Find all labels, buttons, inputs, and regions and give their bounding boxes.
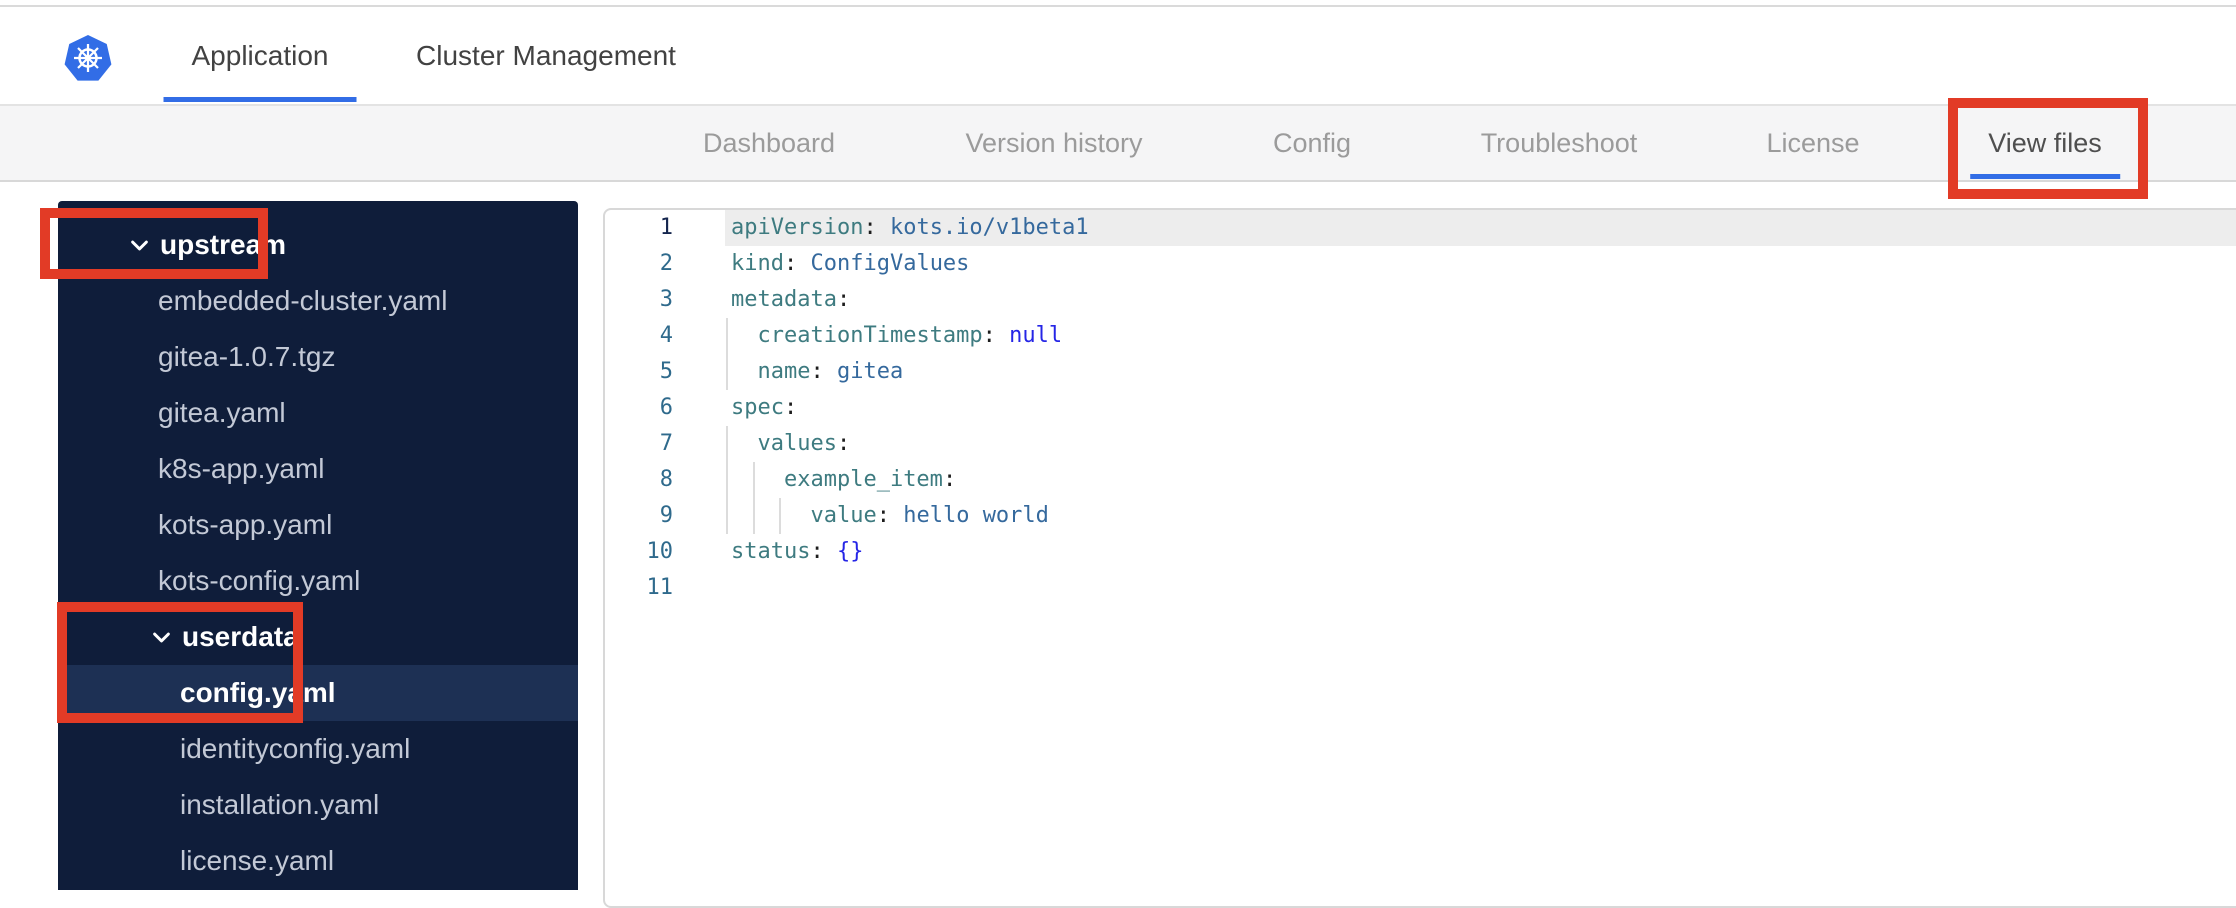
code-line-content: creationTimestamp: null (680, 318, 2236, 354)
indent-guide (726, 426, 728, 462)
tree-item-k8s-app.yaml[interactable]: k8s-app.yaml (58, 441, 578, 497)
nav-item-label: Dashboard (702, 127, 836, 158)
tree-item-kots-config.yaml[interactable]: kots-config.yaml (58, 553, 578, 609)
nav-item-dashboard[interactable]: Dashboard (685, 106, 853, 180)
code-line-5: 5 name: gitea (605, 354, 2236, 390)
app-header: Application Cluster Management (0, 7, 2236, 106)
tree-item-label: identityconfig.yaml (180, 733, 411, 764)
code-line-4: 4 creationTimestamp: null (605, 318, 2236, 354)
nav-item-label: Troubleshoot (1480, 127, 1638, 158)
code-line-content: example_item: (680, 462, 2236, 498)
line-number: 8 (659, 467, 673, 492)
tab-application-label: Application (191, 39, 329, 71)
indent-guide (726, 498, 728, 534)
nav-item-troubleshoot[interactable]: Troubleshoot (1463, 106, 1656, 180)
tree-item-identityconfig.yaml[interactable]: identityconfig.yaml (58, 721, 578, 777)
code-line-7: 7 values: (605, 426, 2236, 462)
line-number: 4 (659, 323, 673, 348)
code-line-content: spec: (731, 395, 798, 420)
code-line-content: value: hello world (680, 498, 2236, 534)
file-tree-sidebar: upstream embedded-cluster.yaml gitea-1.0.7… (58, 201, 578, 890)
line-number: 5 (659, 359, 673, 384)
code-line-content: metadata: (731, 287, 851, 312)
tree-item-embedded-cluster.yaml[interactable]: embedded-cluster.yaml (58, 273, 578, 329)
nav-item-label: Config (1272, 127, 1352, 158)
tree-item-label: userdata (182, 621, 299, 652)
code-line-6: 6 spec: (605, 390, 2236, 426)
code-line-11: 11 (605, 570, 2236, 606)
code-line-10: 10 status: {} (605, 534, 2236, 570)
line-number: 2 (659, 251, 673, 276)
nav-item-view-files[interactable]: View files (1970, 106, 2120, 180)
line-number: 1 (659, 215, 673, 240)
nav-item-license[interactable]: License (1748, 106, 1877, 180)
code-line-content (680, 570, 2236, 606)
file-content-editor[interactable]: 1 apiVersion: kots.io/v1beta1 2 kind: Confi… (603, 208, 2236, 908)
tree-item-label: gitea-1.0.7.tgz (158, 341, 336, 372)
code-line-1: 1 apiVersion: kots.io/v1beta1 (605, 210, 2236, 246)
line-number: 7 (659, 431, 673, 456)
app-navbar: Dashboard Version history Config Troublesho… (0, 106, 2236, 182)
nav-item-label: View files (1988, 127, 2102, 158)
nav-item-version-history[interactable]: Version history (947, 106, 1160, 180)
code-line-content: values: (680, 426, 2236, 462)
nav-item-label: License (1766, 127, 1860, 158)
code-line-content: status: {} (731, 539, 864, 564)
tree-item-label: config.yaml (180, 677, 336, 708)
tab-application[interactable]: Application (163, 7, 357, 104)
active-nav-underline (1970, 174, 2120, 179)
tree-item-label: embedded-cluster.yaml (158, 285, 448, 316)
code-lines: 1 apiVersion: kots.io/v1beta1 2 kind: Confi… (605, 210, 2236, 606)
indent-guide (726, 354, 728, 390)
nav-item-label: Version history (965, 127, 1143, 158)
code-line-content: kind: ConfigValues (731, 251, 970, 276)
line-number: 6 (659, 395, 673, 420)
line-number: 9 (659, 503, 673, 528)
code-line-content: apiVersion: kots.io/v1beta1 (680, 210, 2236, 246)
tab-cluster-management[interactable]: Cluster Management (388, 7, 704, 104)
kubernetes-logo-icon (64, 35, 112, 81)
line-number: 11 (646, 575, 674, 600)
chevron-down-icon (150, 626, 173, 649)
tree-item-userdata[interactable]: userdata (58, 609, 578, 665)
tree-item-gitea-1.0.7.tgz[interactable]: gitea-1.0.7.tgz (58, 329, 578, 385)
tree-item-label: license.yaml (180, 845, 335, 876)
tree-item-label: kots-config.yaml (158, 565, 361, 596)
line-number: 3 (659, 287, 673, 312)
tree-item-label: kots-app.yaml (158, 509, 333, 540)
tree-item-label: upstream (160, 229, 287, 260)
tree-item-gitea.yaml[interactable]: gitea.yaml (58, 385, 578, 441)
tree-item-kots-app.yaml[interactable]: kots-app.yaml (58, 497, 578, 553)
indent-guide (726, 462, 728, 498)
line-number: 10 (646, 539, 674, 564)
tree-item-installation.yaml[interactable]: installation.yaml (58, 777, 578, 833)
code-line-8: 8 example_item: (605, 462, 2236, 498)
chevron-down-icon (128, 234, 151, 257)
tree-item-license.yaml[interactable]: license.yaml (58, 833, 578, 889)
active-tab-underline (163, 97, 357, 102)
code-line-3: 3 metadata: (605, 282, 2236, 318)
code-line-9: 9 value: hello world (605, 498, 2236, 534)
code-line-content: name: gitea (680, 354, 2236, 390)
code-line-2: 2 kind: ConfigValues (605, 246, 2236, 282)
tree-item-upstream[interactable]: upstream (58, 217, 578, 273)
tree-item-label: k8s-app.yaml (158, 453, 325, 484)
tree-item-label: installation.yaml (180, 789, 380, 820)
tree-item-label: gitea.yaml (158, 397, 286, 428)
tab-cluster-management-label: Cluster Management (416, 39, 676, 71)
tree-item-config.yaml[interactable]: config.yaml (58, 665, 578, 721)
nav-item-config[interactable]: Config (1255, 106, 1369, 180)
indent-guide (726, 318, 728, 354)
